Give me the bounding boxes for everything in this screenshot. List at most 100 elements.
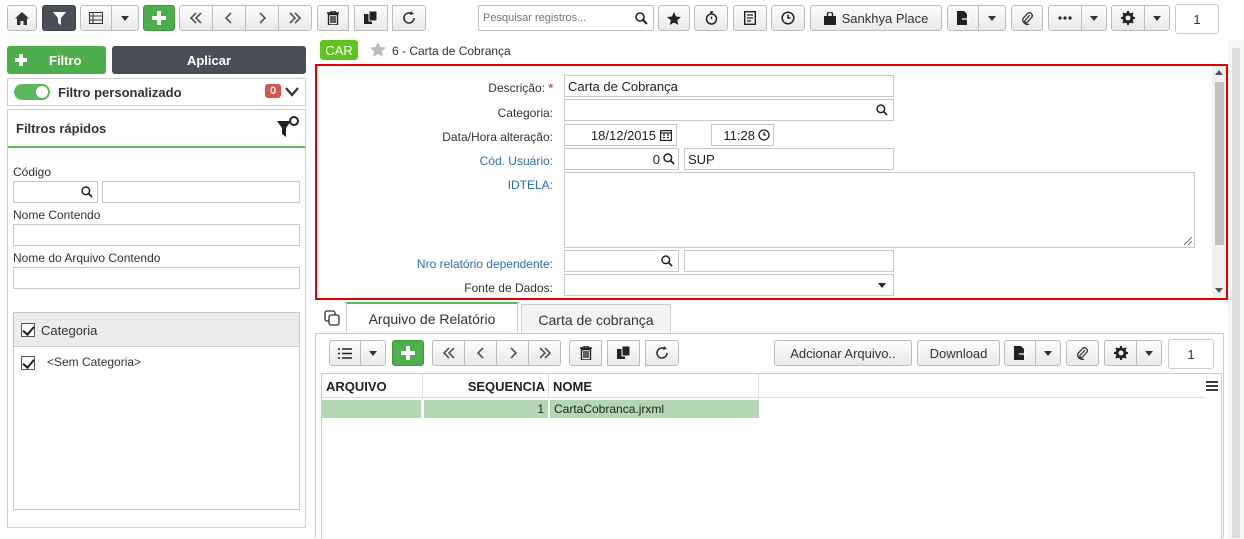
report-button[interactable] [733,5,767,31]
usuario-code-input[interactable]: 0 [564,148,679,170]
adicionar-arquivo-button[interactable]: Adcionar Arquivo.. [774,340,912,366]
cell-nome: CartaCobranca.jrxml [550,400,759,418]
nome-contendo-input[interactable] [13,224,300,246]
detail-view-button[interactable] [329,340,361,366]
settings-dropdown[interactable] [1144,5,1170,31]
settings-button[interactable] [1111,5,1145,31]
history-button[interactable] [771,5,805,31]
filter-toggle-button[interactable] [42,5,76,31]
form-scrollbar[interactable] [1212,66,1226,298]
calendar-icon[interactable] [660,129,672,141]
cell-sequencia: 1 [424,400,548,418]
column-menu-icon[interactable] [1206,381,1218,391]
duplicate-button[interactable] [354,5,388,31]
view-mode-button[interactable] [80,5,112,31]
categoria-all-checkbox[interactable] [21,323,35,337]
resize-handle-icon[interactable] [1184,237,1192,245]
more-dropdown[interactable] [1081,5,1107,31]
view-mode-dropdown[interactable] [111,5,139,31]
detail-duplicate-button[interactable] [607,340,640,366]
detail-view-dropdown[interactable] [360,340,386,366]
download-label: Download [929,345,988,361]
data-input[interactable]: 18/12/2015 [564,124,677,146]
favorite-button[interactable] [658,5,690,31]
nro-relatorio-label[interactable]: Nro relatório dependente: [417,257,553,271]
column-header-arquivo[interactable]: ARQUIVO [322,374,423,398]
descricao-input[interactable]: Carta de Cobrança [564,75,894,97]
idtela-label[interactable]: IDTELA: [508,178,553,192]
export-dropdown[interactable] [978,5,1006,31]
clock-icon[interactable] [758,129,770,141]
scroll-up-icon[interactable] [1215,70,1223,75]
hora-input[interactable]: 11:28 [711,124,774,146]
scroll-down-icon[interactable] [1215,288,1223,293]
search-input[interactable] [479,6,629,30]
previous-record-button[interactable] [212,5,246,31]
search-icon[interactable] [661,255,673,267]
timer-button[interactable] [694,5,728,31]
attach-button[interactable] [1011,5,1043,31]
detail-export-dropdown[interactable] [1035,340,1061,366]
list-icon [338,347,352,359]
categoria-input[interactable] [564,99,894,121]
codigo-description-input[interactable] [102,181,300,203]
search-icon[interactable] [635,12,648,25]
idtela-textarea[interactable] [564,172,1195,248]
detail-export-button[interactable] [1004,340,1036,366]
page-number-box[interactable]: 1 [1175,4,1219,34]
detail-last-button[interactable] [528,340,561,366]
filter-settings-icon[interactable] [275,115,301,141]
nro-relatorio-input[interactable] [564,250,679,272]
stopwatch-icon [705,11,717,25]
page-scrollbar[interactable] [1228,40,1244,538]
codigo-input[interactable] [13,181,98,203]
sem-categoria-checkbox[interactable] [21,356,35,370]
double-chevron-right-icon [289,12,302,24]
filter-count-badge: 0 [265,84,282,98]
form-scrollbar-thumb[interactable] [1215,82,1224,245]
detail-add-button[interactable] [392,340,424,366]
detail-delete-button[interactable] [569,340,602,366]
aplicar-button[interactable]: Aplicar [112,46,306,74]
usuario-label[interactable]: Cód. Usuário: [480,154,553,168]
delete-button[interactable] [317,5,349,31]
detail-attach-button[interactable] [1066,340,1099,366]
next-record-button[interactable] [245,5,279,31]
first-record-button[interactable] [179,5,213,31]
home-button[interactable] [7,5,37,31]
detail-prev-button[interactable] [464,340,497,366]
column-header-nome[interactable]: NOME [549,374,759,398]
tab-carta-cobranca[interactable]: Carta de cobrança [521,304,671,334]
detail-page-number-box[interactable]: 1 [1168,339,1214,369]
search-icon[interactable] [876,104,888,116]
custom-filter-toggle[interactable] [14,84,50,100]
filtro-button[interactable]: Filtro [7,46,106,74]
last-record-button[interactable] [278,5,312,31]
more-button[interactable] [1048,5,1082,31]
star-icon[interactable] [370,42,386,57]
export-button[interactable] [947,5,979,31]
double-chevron-right-icon [538,347,551,359]
detail-next-button[interactable] [496,340,529,366]
chevron-down-icon[interactable] [285,87,299,97]
filter-icon [52,11,66,25]
fonte-dados-select[interactable] [564,274,894,296]
add-record-button[interactable] [143,5,175,31]
search-icon[interactable] [81,186,93,198]
refresh-button[interactable] [392,5,426,31]
sankhya-place-button[interactable]: Sankhya Place [810,5,942,31]
detail-settings-button[interactable] [1104,340,1137,366]
download-button[interactable]: Download [917,340,1000,366]
home-icon [15,11,29,25]
detail-first-button[interactable] [432,340,465,366]
copy-tabs-icon[interactable] [324,310,340,326]
search-icon[interactable] [663,153,675,165]
nome-arquivo-input[interactable] [13,267,300,289]
column-header-sequencia[interactable]: SEQUENCIA [423,374,549,398]
quick-filters-panel: Filtros rápidos Código Nome Contendo Nom… [7,109,306,528]
detail-settings-dropdown[interactable] [1136,340,1162,366]
table-row[interactable]: 1 CartaCobranca.jrxml [322,400,759,418]
tab-arquivo-relatorio[interactable]: Arquivo de Relatório [346,302,518,333]
detail-refresh-button[interactable] [645,340,679,366]
page-scrollbar-thumb[interactable] [1232,48,1240,538]
